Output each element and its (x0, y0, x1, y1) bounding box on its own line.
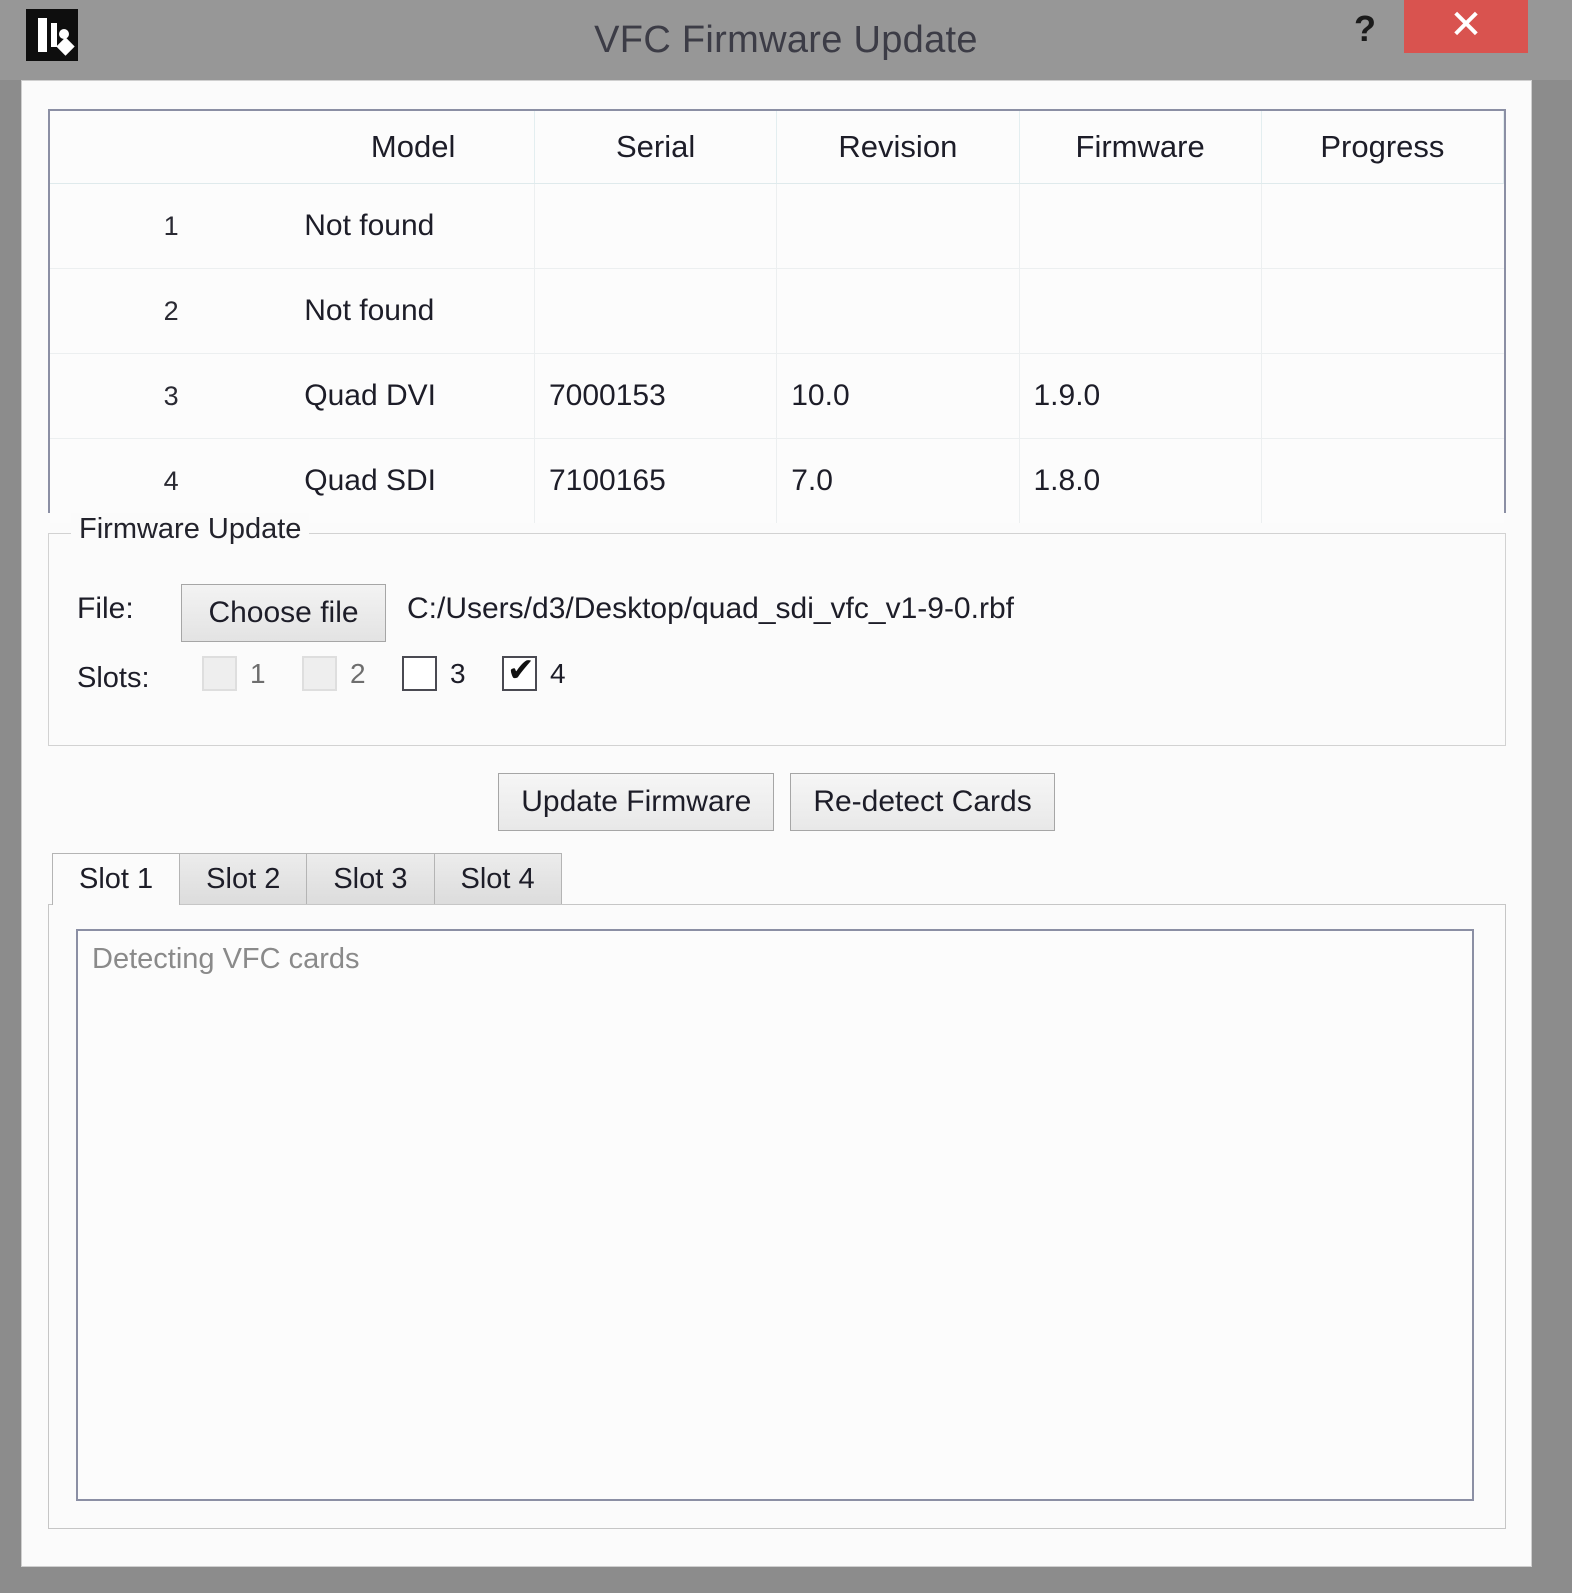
update-firmware-button[interactable]: Update Firmware (498, 773, 774, 831)
cell-revision: 10.0 (777, 354, 1019, 439)
tab-slot-2[interactable]: Slot 2 (179, 853, 307, 905)
cell-progress (1261, 439, 1503, 524)
close-button[interactable]: ✕ (1404, 0, 1528, 53)
slot-4-label: 4 (550, 656, 566, 691)
tab-slot-3[interactable]: Slot 3 (306, 853, 434, 905)
cell-firmware (1019, 184, 1261, 269)
tab-slot-1[interactable]: Slot 1 (52, 853, 180, 905)
table-row[interactable]: 4 Quad SDI 7100165 7.0 1.8.0 (50, 439, 1504, 524)
cell-firmware: 1.9.0 (1019, 354, 1261, 439)
column-header-progress: Progress (1261, 111, 1503, 184)
vfc-firmware-update-window: VFC Firmware Update ? ✕ Model Serial Rev… (0, 0, 1572, 1593)
table-header-row: Model Serial Revision Firmware Progress (50, 111, 1504, 184)
cell-progress (1261, 269, 1503, 354)
column-header-rownum (50, 111, 292, 184)
tab-slot-4[interactable]: Slot 4 (434, 853, 562, 905)
log-textarea[interactable]: Detecting VFC cards (76, 929, 1474, 1501)
file-path-text: C:/Users/d3/Desktop/quad_sdi_vfc_v1-9-0.… (407, 592, 1014, 626)
cell-revision (777, 269, 1019, 354)
column-header-firmware: Firmware (1019, 111, 1261, 184)
slot-4-checkbox[interactable]: ✔ 4 (502, 656, 668, 702)
firmware-update-legend: Firmware Update (71, 513, 309, 546)
slot-2-label: 2 (350, 656, 366, 691)
action-button-bar: Update Firmware Re-detect Cards (22, 773, 1531, 831)
table-row[interactable]: 2 Not found (50, 269, 1504, 354)
row-number: 1 (50, 184, 292, 269)
cell-revision (777, 184, 1019, 269)
cell-serial (535, 269, 777, 354)
slot-tabstrip: Slot 1 Slot 2 Slot 3 Slot 4 (52, 853, 561, 905)
cell-serial: 7000153 (535, 354, 777, 439)
cell-serial (535, 184, 777, 269)
slot-3-label: 3 (450, 656, 466, 691)
column-header-revision: Revision (777, 111, 1019, 184)
table-row[interactable]: 1 Not found (50, 184, 1504, 269)
cell-firmware (1019, 269, 1261, 354)
title-bar: VFC Firmware Update ? ✕ (0, 0, 1572, 80)
client-area: Model Serial Revision Firmware Progress … (21, 80, 1532, 1567)
column-header-model: Model (292, 111, 534, 184)
row-number: 4 (50, 439, 292, 524)
checkbox-box-icon (202, 656, 237, 691)
file-label: File: (77, 592, 134, 626)
cell-model: Quad SDI (292, 439, 534, 524)
help-button[interactable]: ? (1336, 4, 1394, 56)
cell-model: Not found (292, 184, 534, 269)
cell-model: Quad DVI (292, 354, 534, 439)
log-text: Detecting VFC cards (92, 943, 360, 976)
cell-serial: 7100165 (535, 439, 777, 524)
slots-label: Slots: (77, 662, 150, 695)
cell-model: Not found (292, 269, 534, 354)
choose-file-button[interactable]: Choose file (181, 584, 386, 642)
checkbox-box-icon[interactable]: ✔ (502, 656, 537, 691)
column-header-serial: Serial (535, 111, 777, 184)
checkbox-box-icon[interactable] (402, 656, 437, 691)
close-icon: ✕ (1404, 0, 1528, 53)
row-number: 2 (50, 269, 292, 354)
redetect-cards-button[interactable]: Re-detect Cards (790, 773, 1054, 831)
cell-firmware: 1.8.0 (1019, 439, 1261, 524)
checkbox-box-icon (302, 656, 337, 691)
tab-panel-slot-1: Detecting VFC cards (48, 904, 1506, 1529)
firmware-update-group: Firmware Update File: Choose file C:/Use… (48, 533, 1506, 746)
cell-progress (1261, 184, 1503, 269)
row-number: 3 (50, 354, 292, 439)
table-row[interactable]: 3 Quad DVI 7000153 10.0 1.9.0 (50, 354, 1504, 439)
cell-revision: 7.0 (777, 439, 1019, 524)
slot-1-label: 1 (250, 656, 266, 691)
device-table[interactable]: Model Serial Revision Firmware Progress … (48, 109, 1506, 513)
cell-progress (1261, 354, 1503, 439)
check-icon: ✔ (507, 652, 535, 687)
